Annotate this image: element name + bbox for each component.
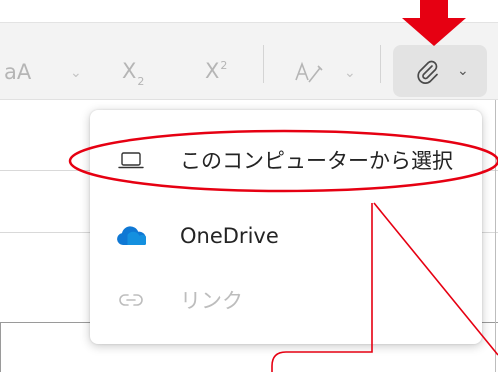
menu-item-label: このコンピューターから選択	[180, 149, 453, 173]
menu-item-browse-this-computer[interactable]: このコンピューターから選択	[90, 132, 482, 188]
onedrive-cloud-icon	[116, 225, 146, 247]
paperclip-icon	[417, 60, 438, 84]
chevron-down-icon: ⌄	[457, 63, 469, 79]
document-border	[495, 100, 496, 372]
chevron-down-icon[interactable]: ⌄	[344, 66, 356, 80]
proofing-icon[interactable]	[294, 60, 324, 90]
superscript-button[interactable]: X2	[205, 59, 228, 83]
menu-item-label: リンク	[180, 289, 243, 313]
superscript-mark: 2	[220, 59, 228, 72]
change-case-label: aA	[4, 60, 32, 84]
chevron-down-icon[interactable]: ⌄	[70, 66, 82, 80]
toolbar-separator	[380, 45, 381, 83]
toolbar-separator	[263, 45, 264, 83]
document-border	[0, 322, 1, 372]
attach-dropdown-menu: このコンピューターから選択 OneDrive リンク	[90, 110, 482, 344]
subscript-base: X	[122, 59, 137, 83]
menu-item-onedrive[interactable]: OneDrive	[90, 208, 482, 264]
laptop-icon	[116, 149, 146, 171]
menu-item-link[interactable]: リンク	[90, 272, 482, 328]
subscript-button[interactable]: X2	[122, 59, 144, 88]
link-icon	[116, 289, 146, 311]
subscript-mark: 2	[137, 75, 145, 88]
superscript-base: X	[205, 59, 220, 83]
window-top-strip	[0, 0, 498, 22]
change-case-button[interactable]: aA	[4, 62, 31, 83]
menu-item-label: OneDrive	[180, 224, 279, 248]
attach-file-button[interactable]: ⌄	[393, 45, 487, 97]
